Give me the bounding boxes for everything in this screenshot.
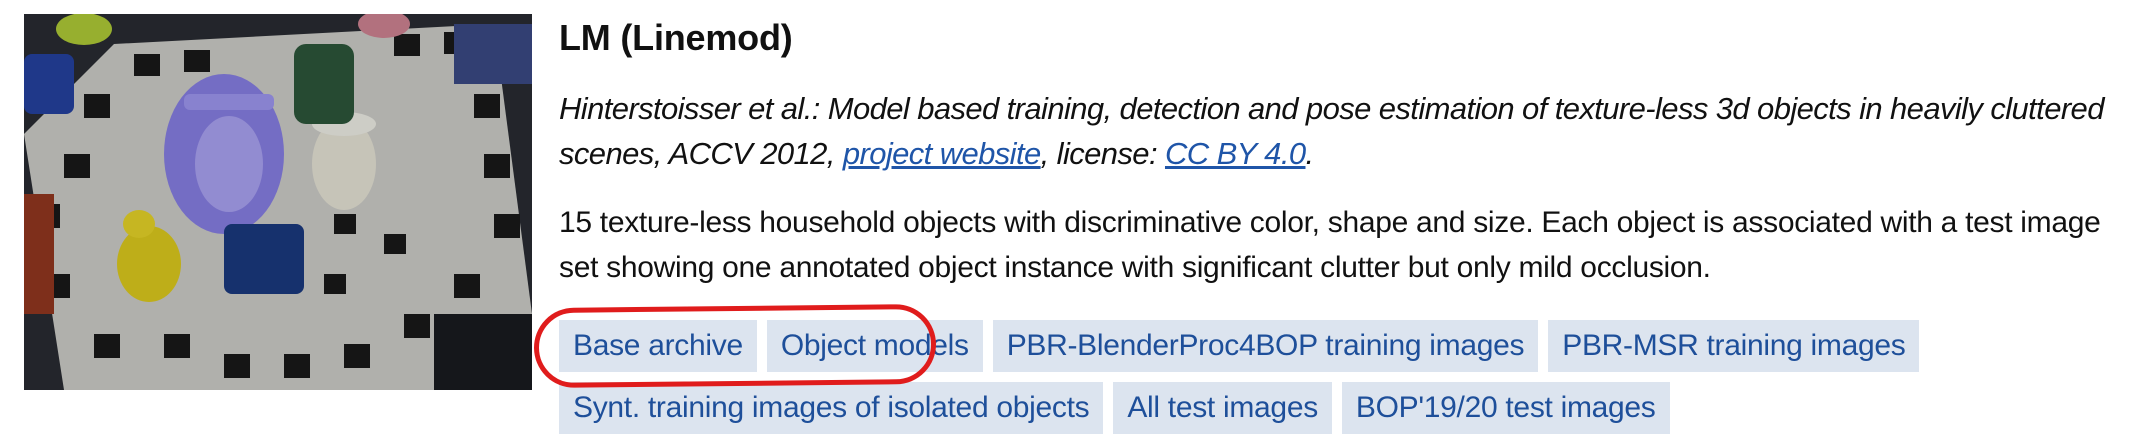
license-link[interactable]: CC BY 4.0 [1165, 136, 1306, 171]
dataset-thumbnail [24, 14, 532, 390]
download-row-1: Base archive Object models PBR-BlenderPr… [559, 320, 2119, 372]
dataset-thumbnail-image [24, 14, 532, 390]
project-website-link[interactable]: project website [843, 136, 1041, 171]
object-models-button[interactable]: Object models [766, 320, 983, 372]
pbr-msr-training-images-button[interactable]: PBR-MSR training images [1548, 320, 1920, 372]
dataset-description: 15 texture-less household objects with d… [559, 206, 2101, 284]
citation-text: Hinterstoisser et al.: Model based train… [559, 91, 2104, 171]
dataset-title: LM (Linemod) [559, 17, 793, 58]
bop-19-20-test-images-button[interactable]: BOP'19/20 test images [1341, 382, 1670, 434]
license-suffix: . [1305, 136, 1314, 171]
all-test-images-button[interactable]: All test images [1113, 382, 1332, 434]
download-row-2: Synt. training images of isolated object… [559, 382, 2119, 434]
base-archive-button[interactable]: Base archive [559, 320, 757, 372]
download-links: Base archive Object models PBR-BlenderPr… [559, 320, 2119, 444]
dataset-citation: Hinterstoisser et al.: Model based train… [559, 86, 2129, 176]
synt-training-images-button[interactable]: Synt. training images of isolated object… [559, 382, 1104, 434]
pbr-blenderproc4bop-training-images-button[interactable]: PBR-BlenderProc4BOP training images [992, 320, 1539, 372]
license-prefix: , license: [1040, 136, 1165, 171]
